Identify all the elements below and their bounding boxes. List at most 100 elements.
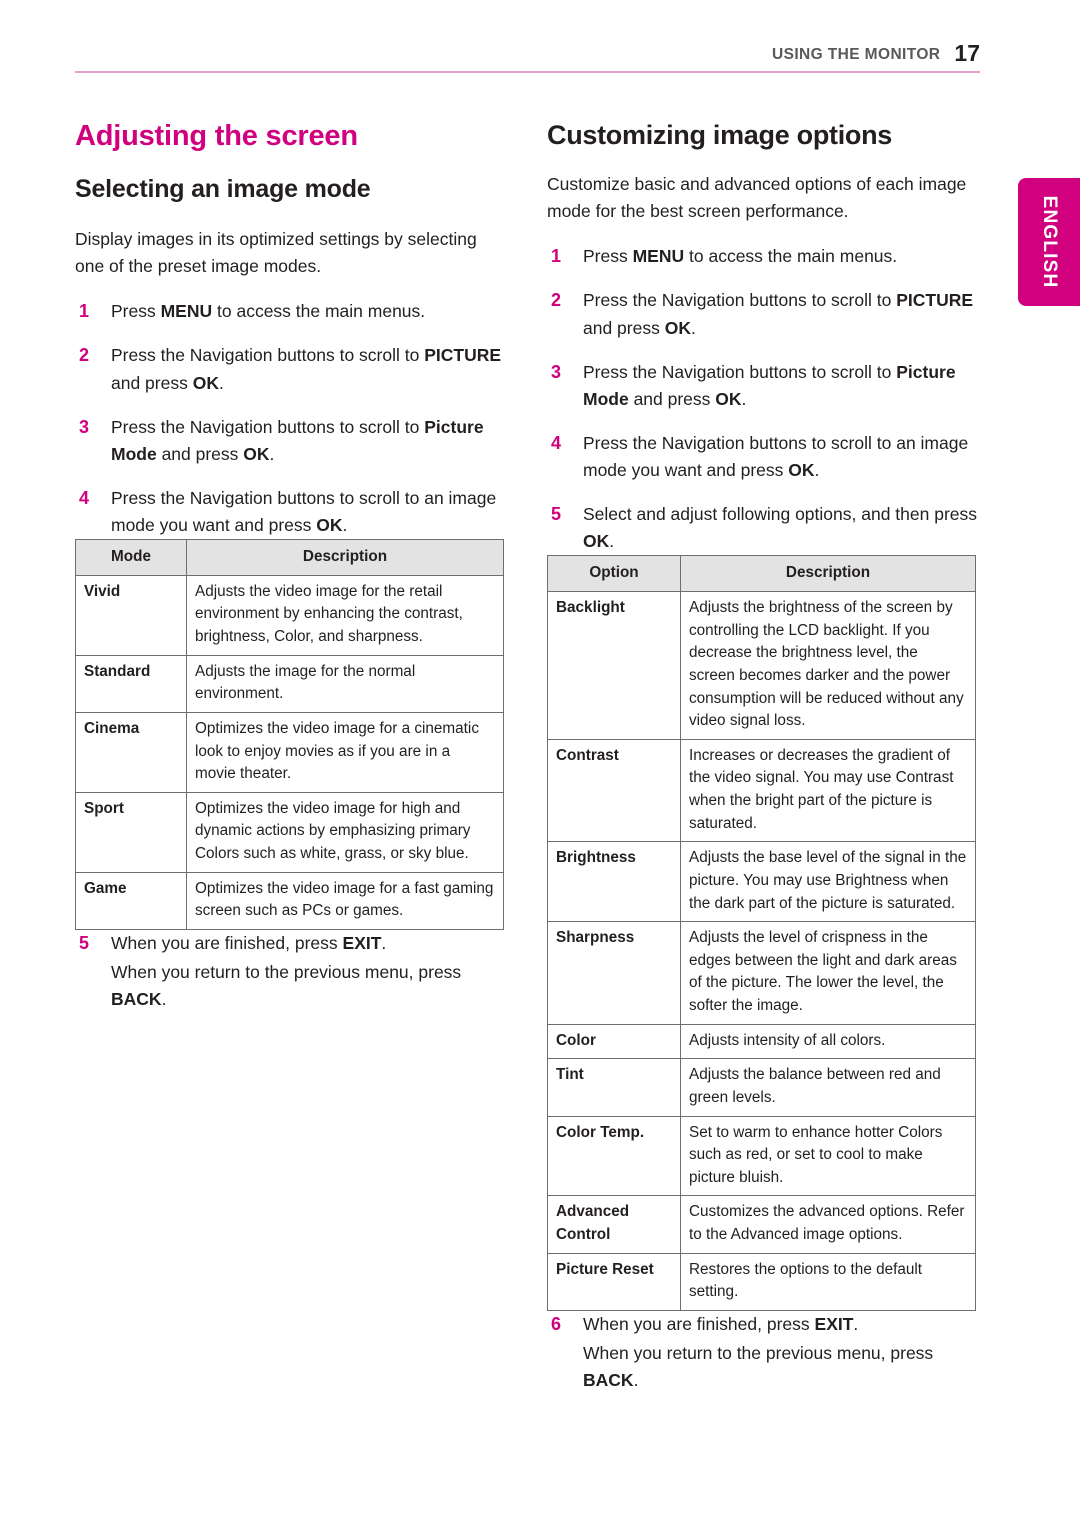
step-text: Press the Navigation buttons to scroll t… <box>583 432 969 480</box>
page-number: 17 <box>954 40 980 66</box>
row-description: Adjusts intensity of all colors. <box>680 1023 976 1060</box>
step-item: 2 Press the Navigation buttons to scroll … <box>547 287 977 341</box>
row-description: Increases or decreases the gradient of t… <box>680 738 976 843</box>
left-intro-paragraph: Display images in its optimized settings… <box>75 229 477 277</box>
row-key: Backlight <box>547 591 681 740</box>
step-text: When you are finished, press EXIT. When y… <box>583 1314 977 1394</box>
step-text: When you are finished, press EXIT. When y… <box>111 933 505 1013</box>
row-description: Adjusts the brightness of the screen by … <box>680 591 976 740</box>
table-row: Game Optimizes the video image for a fast… <box>75 871 504 930</box>
image-mode-table: Mode Description Vivid Adjusts the video i… <box>75 539 504 930</box>
step-text: Press MENU to access the main menus. <box>583 246 898 267</box>
row-key: Advanced Control <box>547 1195 681 1254</box>
header-row: USING THE MONITOR 17 <box>75 38 980 66</box>
step-text: Press the Navigation buttons to scroll t… <box>583 361 956 409</box>
step-item: 4 Press the Navigation buttons to scroll … <box>547 430 977 484</box>
table-header-row: Option Description <box>547 555 976 592</box>
row-description: Adjusts the balance between red and gree… <box>680 1058 976 1117</box>
step-text: Press the Navigation buttons to scroll t… <box>111 487 497 535</box>
row-key: Color Temp. <box>547 1115 681 1197</box>
section-title-customizing-image-options: Customizing image options <box>547 120 893 150</box>
row-key: Standard <box>75 654 187 713</box>
step-number: 2 <box>79 345 90 366</box>
step-number: 2 <box>551 290 562 311</box>
right-final-step-list: 6 When you are finished, press EXIT. When … <box>547 1311 977 1394</box>
row-key: Brightness <box>547 841 681 923</box>
header-divider <box>75 71 980 73</box>
table-row: Standard Adjusts the image for the normal… <box>75 654 504 713</box>
final-step-item: 6 When you are finished, press EXIT. When … <box>547 1311 977 1394</box>
step-item: 5 Select and adjust following options, an… <box>547 501 977 555</box>
row-description: Optimizes the video image for high and d… <box>186 791 504 873</box>
step-number: 1 <box>79 301 90 322</box>
column-header: Description <box>680 555 976 592</box>
table-row: Tint Adjusts the balance between red and … <box>547 1058 976 1117</box>
table-row: Cinema Optimizes the video image for a ci… <box>75 711 504 793</box>
column-header: Description <box>186 539 504 576</box>
table-row: Color Adjusts intensity of all colors. <box>547 1023 976 1060</box>
left-steps-list: 1 Press MENU to access the main menus. 2 Pr… <box>75 298 505 539</box>
row-key: Sharpness <box>547 921 681 1025</box>
step-subtext: When you return to the previous menu, pr… <box>111 962 462 1010</box>
table-header-row: Mode Description <box>75 539 504 576</box>
row-description: Adjusts the base level of the signal in … <box>680 841 976 923</box>
step-text: Press the Navigation buttons to scroll t… <box>583 290 974 338</box>
table-row: Backlight Adjusts the brightness of the s… <box>547 591 976 740</box>
step-item: 3 Press the Navigation buttons to scroll … <box>547 359 977 413</box>
table-row: Vivid Adjusts the video image for the ret… <box>75 574 504 656</box>
step-text: Press the Navigation buttons to scroll t… <box>111 345 502 393</box>
step-item: 1 Press MENU to access the main menus. <box>75 298 505 325</box>
page-header: USING THE MONITOR 17 <box>75 38 980 74</box>
picture-options-table: Option Description Backlight Adjusts the b… <box>547 555 976 1311</box>
right-column: Customizing image options Customize basi… <box>547 120 977 1394</box>
step-text: Select and adjust following options, and… <box>583 504 978 552</box>
step-text: Press MENU to access the main menus. <box>111 301 426 322</box>
row-key: Tint <box>547 1058 681 1117</box>
step-item: 2 Press the Navigation buttons to scroll … <box>75 342 505 396</box>
column-header: Option <box>547 555 681 592</box>
row-key: Color <box>547 1023 681 1060</box>
row-description: Set to warm to enhance hotter Colors suc… <box>680 1115 976 1197</box>
row-description: Optimizes the video image for a cinemati… <box>186 711 504 793</box>
row-description: Adjusts the image for the normal environ… <box>186 654 504 713</box>
step-item: 1 Press MENU to access the main menus. <box>547 243 977 270</box>
final-step-item: 5 When you are finished, press EXIT. When … <box>75 930 505 1013</box>
row-key: Game <box>75 871 187 930</box>
table-row: Picture Reset Restores the options to the… <box>547 1252 976 1311</box>
row-description: Optimizes the video image for a fast gam… <box>186 871 504 930</box>
language-tab: ENGLISH <box>1018 178 1080 306</box>
step-number: 3 <box>79 416 90 437</box>
table-row: Color Temp. Set to warm to enhance hotter… <box>547 1115 976 1197</box>
column-header: Mode <box>75 539 187 576</box>
row-description: Restores the options to the default sett… <box>680 1252 976 1311</box>
row-description: Customizes the advanced options. Refer t… <box>680 1195 976 1254</box>
step-number: 5 <box>551 504 562 525</box>
row-key: Picture Reset <box>547 1252 681 1311</box>
page-title: Adjusting the screen <box>75 120 358 152</box>
step-number: 3 <box>551 361 562 382</box>
step-number: 5 <box>79 932 90 953</box>
row-key: Vivid <box>75 574 187 656</box>
right-intro-paragraph: Customize basic and advanced options of … <box>547 174 967 222</box>
row-key: Sport <box>75 791 187 873</box>
step-item: 3 Press the Navigation buttons to scroll … <box>75 414 505 468</box>
table-row: Sharpness Adjusts the level of crispness … <box>547 921 976 1025</box>
step-subtext: When you return to the previous menu, pr… <box>583 1343 934 1391</box>
row-description: Adjusts the level of crispness in the ed… <box>680 921 976 1025</box>
language-tab-label: ENGLISH <box>1039 195 1060 289</box>
step-number: 4 <box>79 487 90 508</box>
step-text: Press the Navigation buttons to scroll t… <box>111 416 484 464</box>
table-row: Sport Optimizes the video image for high … <box>75 791 504 873</box>
step-number: 4 <box>551 432 562 453</box>
table-row: Brightness Adjusts the base level of the … <box>547 841 976 923</box>
row-key: Cinema <box>75 711 187 793</box>
table-row: Advanced Control Customizes the advanced … <box>547 1195 976 1254</box>
step-number: 6 <box>551 1313 562 1334</box>
running-head-title: USING THE MONITOR <box>771 46 941 63</box>
left-column: Adjusting the screen Selecting an image … <box>75 120 505 1013</box>
step-number: 1 <box>551 246 562 267</box>
row-key: Contrast <box>547 738 681 843</box>
section-title-selecting-image-mode: Selecting an image mode <box>75 175 371 203</box>
row-description: Adjusts the video image for the retail e… <box>186 574 504 656</box>
table-row: Contrast Increases or decreases the gradi… <box>547 738 976 843</box>
